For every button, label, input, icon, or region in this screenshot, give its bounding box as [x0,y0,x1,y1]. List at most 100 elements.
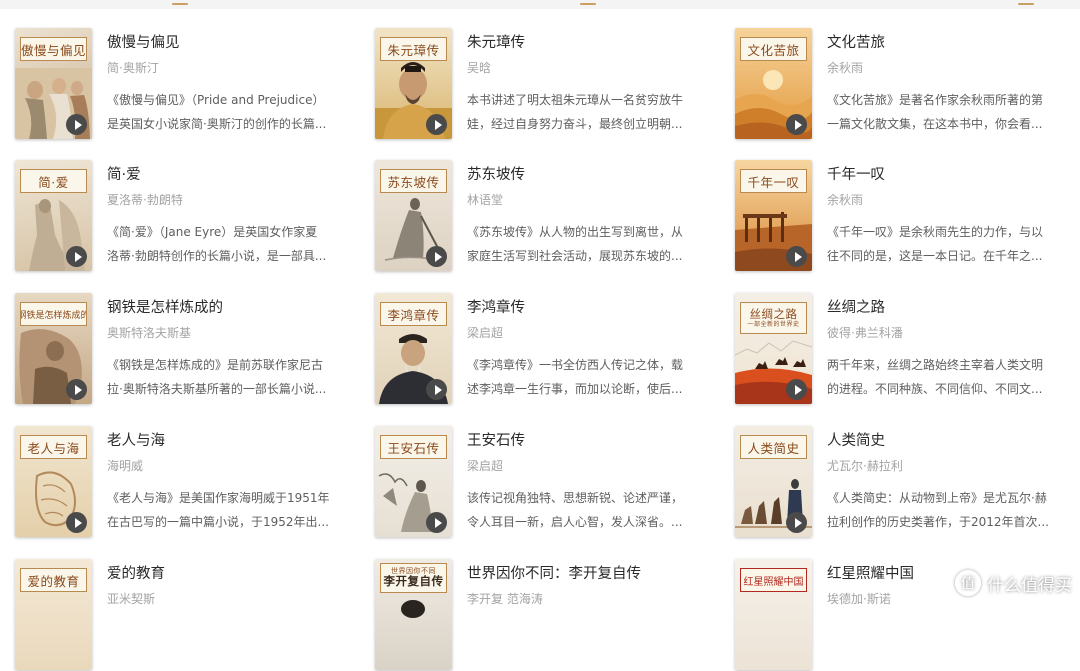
book-item[interactable]: 李鸿章传 李鸿章传 梁启超 《李鸿章传》一书全仿西人传记之体，载 述李鸿章一生行事… [375,293,715,405]
book-title[interactable]: 老人与海 [107,429,165,450]
book-author: 彼得·弗兰科潘 [827,326,903,340]
book-cover[interactable]: 丝绸之路 一部全新的世界史 [735,293,812,404]
book-author: 埃德加·斯诺 [827,592,891,606]
book-description: 《苏东坡传》从人物的出生写到离世，从 家庭生活写到社会活动，展现苏东坡的... [467,225,684,263]
book-cover[interactable]: 傲慢与偏见 [15,28,92,139]
book-cover[interactable]: 红星照耀中国 [735,559,812,670]
book-description: 《文化苦旅》是著名作家余秋雨所著的第 一篇文化散文集，在这本书中，你会看... [827,93,1044,131]
book-cover[interactable]: 朱元璋传 [375,28,452,139]
book-description: 《李鸿章传》一书全仿西人传记之体，载 述李鸿章一生行事，而加以论断，使后... [467,358,684,396]
cover-title: 王安石传 [380,435,447,459]
book-description: 《傲慢与偏见》（Pride and Prejudice） 是英国女小说家简·奥斯汀… [107,93,327,131]
book-description: 本书讲述了明太祖朱元璋从一名贫穷放牛 娃，经过自身努力奋斗，最终创立明朝... [467,93,684,131]
cover-title: 老人与海 [20,435,87,459]
book-cover[interactable]: 人类简史 [735,426,812,537]
play-icon[interactable] [786,246,807,267]
cover-title: 爱的教育 [20,568,87,592]
book-title[interactable]: 丝绸之路 [827,296,885,317]
book-description: 该传记视角独特、思想新锐、论述严谨， 令人耳目一新，启人心智，发人深省。... [467,491,684,529]
book-title[interactable]: 世界因你不同：李开复自传 [467,562,641,583]
book-author: 亚米契斯 [107,592,156,606]
site-watermark: 值 什么值得买 [955,570,1072,596]
book-author: 海明威 [107,459,144,473]
book-item[interactable]: 人类简史 人类简史 尤瓦尔·赫拉利 《人类简史：从动物到上帝》是尤瓦尔·赫 拉利创… [735,426,1075,538]
book-item[interactable]: 简·爱 简·爱 夏洛蒂·勃朗特 《简·爱》（Jane Eyre）是英国女作家夏洛… [15,160,355,272]
book-cover[interactable]: 简·爱 [15,160,92,271]
book-title[interactable]: 钢铁是怎样炼成的 [107,296,223,317]
book-item[interactable]: 苏东坡传 苏东坡传 林语堂 《苏东坡传》从人物的出生写到离世，从 家庭生活写到社会… [375,160,715,272]
play-icon[interactable] [66,512,87,533]
book-author: 奥斯特洛夫斯基 [107,326,192,340]
book-cover[interactable]: 爱的教育 [15,559,92,670]
book-author: 梁启超 [467,459,504,473]
play-icon[interactable] [66,246,87,267]
cover-title: 朱元璋传 [380,37,447,61]
book-title[interactable]: 简·爱 [107,163,141,184]
book-cover[interactable]: 苏东坡传 [375,160,452,271]
cover-title: 千年一叹 [740,169,807,193]
book-author: 夏洛蒂·勃朗特 [107,193,183,207]
cover-title: 钢铁是怎样炼成的 [20,302,87,326]
cover-title: 世界因你不同 李开复自传 [380,563,447,593]
book-title[interactable]: 李鸿章传 [467,296,525,317]
cover-title: 傲慢与偏见 [20,37,87,61]
book-item[interactable]: 世界因你不同 李开复自传 世界因你不同：李开复自传 李开复 范海涛 [375,559,715,671]
book-description: 两千年来，丝绸之路始终主宰着人类文明 的进程。不同种族、不同信仰、不同文... [827,358,1044,396]
book-title[interactable]: 千年一叹 [827,163,885,184]
book-author: 梁启超 [467,326,504,340]
book-author: 简·奥斯汀 [107,61,159,75]
book-title[interactable]: 朱元璋传 [467,31,525,52]
book-cover[interactable]: 钢铁是怎样炼成的 [15,293,92,404]
book-item[interactable]: 文化苦旅 文化苦旅 余秋雨 《文化苦旅》是著名作家余秋雨所著的第 一篇文化散文集，… [735,28,1075,140]
book-description: 《人类简史：从动物到上帝》是尤瓦尔·赫 拉利创作的历史类著作，于2012年首次..… [827,491,1049,529]
book-description: 《简·爱》（Jane Eyre）是英国女作家夏 洛蒂·勃朗特创作的长篇小说，是一部… [107,225,327,263]
book-author: 林语堂 [467,193,504,207]
book-cover[interactable]: 文化苦旅 [735,28,812,139]
book-description: 《千年一叹》是余秋雨先生的力作，与以 往不同的是，这是一本日记。在千年之... [827,225,1044,263]
book-title[interactable]: 傲慢与偏见 [107,31,180,52]
book-item[interactable]: 钢铁是怎样炼成的 钢铁是怎样炼成的 奥斯特洛夫斯基 《钢铁是怎样炼成的》是前苏联… [15,293,355,405]
book-cover[interactable]: 世界因你不同 李开复自传 [375,559,452,670]
cover-title: 人类简史 [740,435,807,459]
book-title[interactable]: 文化苦旅 [827,31,885,52]
book-item[interactable]: 王安石传 王安石传 梁启超 该传记视角独特、思想新锐、论述严谨， 令人耳目一新，启… [375,426,715,538]
play-icon[interactable] [66,114,87,135]
book-cover[interactable]: 千年一叹 [735,160,812,271]
book-author: 吴晗 [467,61,492,75]
cover-title: 苏东坡传 [380,169,447,193]
play-icon[interactable] [426,512,447,533]
book-title[interactable]: 红星照耀中国 [827,562,914,583]
cover-title: 李鸿章传 [380,302,447,326]
book-cover[interactable]: 王安石传 [375,426,452,537]
cover-title: 简·爱 [20,169,87,193]
play-icon[interactable] [426,114,447,135]
book-title[interactable]: 爱的教育 [107,562,165,583]
book-author: 李开复 范海涛 [467,592,543,606]
book-grid: 傲慢与偏见 傲慢与偏见 简·奥斯汀 《傲慢与偏见》（Pride and Prej… [0,0,1080,670]
cover-title: 红星照耀中国 [740,568,807,592]
book-title[interactable]: 人类简史 [827,429,885,450]
book-item[interactable]: 老人与海 老人与海 海明威 《老人与海》是美国作家海明威于1951年 在古巴写的一… [15,426,355,538]
play-icon[interactable] [786,114,807,135]
book-item[interactable]: 千年一叹 千年一叹 余秋雨 《千年一叹》是余秋雨先生的力作，与以 往不同的是，这是… [735,160,1075,272]
play-icon[interactable] [426,246,447,267]
play-icon[interactable] [786,379,807,400]
book-title[interactable]: 王安石传 [467,429,525,450]
book-description: 《老人与海》是美国作家海明威于1951年 在古巴写的一篇中篇小说，于1952年出.… [107,491,330,529]
book-author: 余秋雨 [827,61,864,75]
watermark-text: 什么值得买 [987,575,1072,596]
book-author: 尤瓦尔·赫拉利 [827,459,903,473]
book-description: 《钢铁是怎样炼成的》是前苏联作家尼古 拉·奥斯特洛夫斯基所著的一部长篇小说... [107,358,327,396]
play-icon[interactable] [66,379,87,400]
book-item[interactable]: 傲慢与偏见 傲慢与偏见 简·奥斯汀 《傲慢与偏见》（Pride and Prej… [15,28,355,140]
book-item[interactable]: 丝绸之路 一部全新的世界史 丝绸之路 彼得·弗兰科潘 两千年来，丝绸之路始终主宰… [735,293,1075,405]
book-title[interactable]: 苏东坡传 [467,163,525,184]
play-icon[interactable] [426,379,447,400]
cover-title: 丝绸之路 一部全新的世界史 [740,302,807,334]
book-author: 余秋雨 [827,193,864,207]
book-cover[interactable]: 李鸿章传 [375,293,452,404]
book-cover[interactable]: 老人与海 [15,426,92,537]
book-item[interactable]: 朱元璋传 朱元璋传 吴晗 本书讲述了明太祖朱元璋从一名贫穷放牛 娃，经过自身努力奋… [375,28,715,140]
play-icon[interactable] [786,512,807,533]
book-item[interactable]: 爱的教育 爱的教育 亚米契斯 [15,559,355,671]
